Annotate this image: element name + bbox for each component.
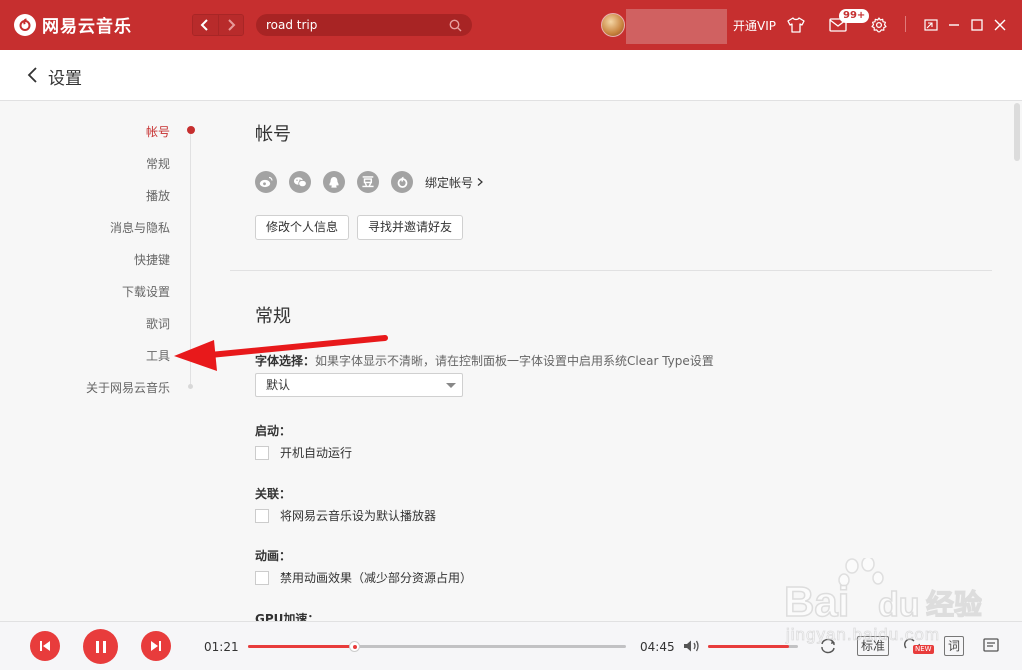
close-button[interactable]	[990, 15, 1010, 35]
general-section-title: 常规	[255, 306, 291, 327]
bind-account-label: 绑定帐号	[425, 175, 474, 190]
douban-glyph: 豆	[361, 175, 374, 189]
previous-icon	[40, 641, 50, 651]
sidebar-item-about[interactable]: 关于网易云音乐	[86, 379, 170, 396]
weibo-icon[interactable]	[255, 171, 277, 193]
autostart-label: 开机自动运行	[280, 446, 353, 460]
active-indicator-dot	[187, 126, 195, 134]
association-option[interactable]: 将网易云音乐设为默认播放器	[255, 507, 436, 524]
back-nav-button[interactable]	[193, 15, 218, 35]
skin-button[interactable]	[786, 15, 806, 35]
disable-animation-checkbox[interactable]	[255, 570, 269, 585]
playlist-icon	[983, 638, 999, 652]
forward-nav-button[interactable]	[217, 15, 243, 35]
history-nav	[192, 14, 244, 36]
gear-icon	[871, 17, 887, 33]
progress-knob[interactable]	[349, 641, 360, 652]
search-icon[interactable]	[449, 19, 462, 32]
watermark-brand: Bai	[784, 578, 849, 625]
association-label: 关联：	[255, 487, 292, 501]
minimize-button[interactable]	[944, 15, 964, 35]
watermark-brand-cn: 经验	[926, 588, 982, 621]
account-section-title: 帐号	[255, 124, 291, 145]
startup-label: 启动：	[255, 424, 292, 438]
chevron-right-icon	[477, 178, 483, 186]
chevron-left-icon	[201, 19, 209, 31]
edit-profile-button[interactable]: 修改个人信息	[255, 215, 350, 240]
bind-account-link[interactable]: 绑定帐号	[425, 174, 484, 191]
content-scrollbar[interactable]	[1012, 101, 1022, 621]
sidebar-item-download[interactable]: 下载设置	[122, 283, 170, 300]
annotation-arrow	[174, 335, 388, 371]
page-title: 设置	[48, 69, 82, 89]
social-accounts: 豆 绑定帐号	[255, 171, 484, 193]
sidebar-item-general[interactable]: 常规	[146, 155, 170, 172]
wechat-icon[interactable]	[289, 171, 311, 193]
baidu-jingyan-watermark: Bai du 经验 jingyan.baidu.com	[783, 558, 982, 644]
netease-music-logo-icon	[14, 13, 36, 36]
volume-icon	[683, 640, 699, 652]
animation-label: 动画：	[255, 549, 292, 563]
duration-time: 04:45	[640, 640, 675, 654]
sidebar-item-privacy[interactable]: 消息与隐私	[110, 219, 170, 236]
netease-icon[interactable]	[391, 171, 413, 193]
mini-mode-icon	[924, 19, 938, 31]
back-arrow-icon[interactable]	[24, 65, 42, 85]
font-select[interactable]: 默认	[255, 373, 463, 397]
minimize-icon	[949, 24, 959, 26]
settings-button[interactable]	[869, 15, 889, 35]
animation-option[interactable]: 禁用动画效果（减少部分资源占用）	[255, 569, 472, 586]
elapsed-time: 01:21	[204, 640, 239, 654]
font-select-value: 默认	[266, 378, 291, 392]
tshirt-icon	[787, 17, 805, 33]
next-track-button[interactable]	[141, 631, 171, 661]
pause-button[interactable]	[83, 629, 118, 664]
search-box[interactable]: road trip	[256, 14, 472, 36]
section-divider	[230, 270, 992, 271]
open-vip-link[interactable]: 开通VIP	[733, 17, 776, 34]
progress-bar[interactable]	[248, 641, 626, 652]
default-player-checkbox[interactable]	[255, 508, 269, 523]
invite-friends-button[interactable]: 寻找并邀请好友	[357, 215, 464, 240]
username-redacted[interactable]	[626, 9, 727, 44]
sidebar-item-playback[interactable]: 播放	[146, 187, 170, 204]
disable-animation-label: 禁用动画效果（减少部分资源占用）	[280, 571, 473, 585]
title-bar: 网易云音乐 road trip 开通VIP 99+	[0, 0, 1022, 50]
settings-header: 设置	[0, 50, 1022, 101]
default-player-label: 将网易云音乐设为默认播放器	[280, 509, 437, 523]
maximize-button[interactable]	[967, 15, 987, 35]
previous-track-button[interactable]	[30, 631, 60, 661]
volume-fill	[708, 645, 789, 648]
app-name: 网易云音乐	[42, 17, 132, 37]
rail-end-dot	[188, 384, 193, 389]
sidebar-item-lyrics[interactable]: 歌词	[146, 315, 170, 332]
sidebar-item-tools[interactable]: 工具	[146, 347, 170, 364]
mini-mode-button[interactable]	[921, 15, 941, 35]
douban-icon[interactable]: 豆	[357, 171, 379, 193]
app-logo[interactable]: 网易云音乐	[14, 12, 132, 37]
chevron-right-icon	[228, 19, 236, 31]
watermark-brand-end: du	[878, 586, 920, 624]
search-input[interactable]: road trip	[266, 18, 449, 32]
avatar[interactable]	[601, 13, 625, 37]
sidebar-item-shortcuts[interactable]: 快捷键	[134, 251, 170, 268]
startup-option[interactable]: 开机自动运行	[255, 444, 352, 461]
titlebar-separator	[905, 16, 906, 32]
watermark-url: jingyan.baidu.com	[785, 625, 940, 644]
progress-fill	[248, 645, 355, 648]
maximize-icon	[971, 19, 983, 31]
autostart-checkbox[interactable]	[255, 445, 269, 460]
scrollbar-thumb[interactable]	[1014, 103, 1020, 161]
pause-icon	[95, 640, 106, 653]
close-icon	[994, 19, 1006, 31]
sidebar-item-account[interactable]: 帐号	[146, 123, 170, 140]
playlist-button[interactable]	[982, 636, 1002, 656]
next-icon	[151, 641, 161, 651]
gpu-label: GPU加速：	[255, 612, 320, 621]
mail-count-badge: 99+	[839, 9, 870, 23]
caret-down-icon	[446, 383, 456, 388]
volume-button[interactable]	[681, 636, 701, 656]
qq-icon[interactable]	[323, 171, 345, 193]
